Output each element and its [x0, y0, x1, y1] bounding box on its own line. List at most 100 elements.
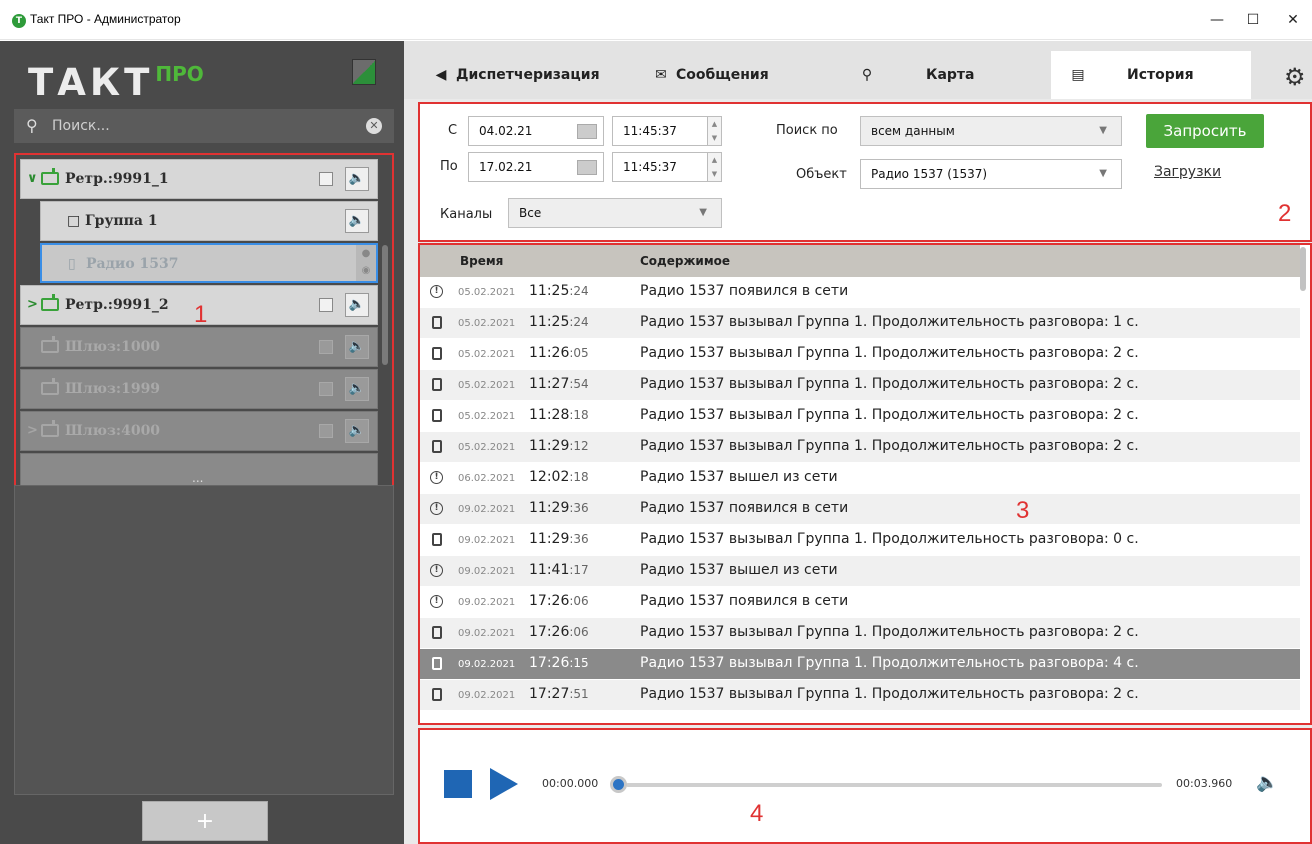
tree-scrollbar[interactable] — [382, 245, 388, 365]
splitter-handle[interactable]: ... — [192, 471, 203, 485]
table-row[interactable]: ! 05.02.2021 11:25:24 Радио 1537 появился в… — [420, 277, 1300, 308]
row-time-hm: 17:26 — [529, 655, 570, 671]
tree-node-gateway-1999[interactable]: Шлюз:1999 🔈 — [20, 369, 378, 409]
table-row[interactable]: 05.02.2021 11:27:54 Радио 1537 вызывал Гру… — [420, 370, 1300, 401]
node-checkbox[interactable] — [319, 382, 333, 396]
play-button[interactable] — [490, 768, 518, 800]
tab-label: Сообщения — [676, 67, 769, 83]
to-time-input[interactable]: 11:45:37 ▲ ▼ — [612, 152, 722, 182]
speaker-button[interactable]: 🔈 — [345, 377, 369, 401]
row-time: 11:25:24 — [529, 314, 589, 330]
row-time: 11:29:36 — [529, 500, 589, 516]
chevron-down-icon[interactable]: ∨ — [27, 171, 38, 186]
row-time-sec: :17 — [569, 563, 589, 577]
search-bar: ⚲ ✕ — [14, 109, 394, 143]
search-input[interactable] — [52, 117, 352, 135]
table-row[interactable]: ! 09.02.2021 11:41:17 Радио 1537 вышел из с… — [420, 556, 1300, 587]
search-by-select[interactable]: всем данным ▼ — [860, 116, 1122, 146]
table-row[interactable]: 05.02.2021 11:28:18 Радио 1537 вызывал Гру… — [420, 401, 1300, 432]
chevron-down-icon: ▼ — [1099, 168, 1107, 179]
seek-track[interactable] — [626, 783, 1162, 787]
table-row[interactable]: ! 06.02.2021 12:02:18 Радио 1537 вышел из с… — [420, 463, 1300, 494]
table-row[interactable]: ! 09.02.2021 17:26:06 Радио 1537 появился в… — [420, 587, 1300, 618]
table-row[interactable]: 09.02.2021 17:27:51 Радио 1537 вызывал Гру… — [420, 680, 1300, 711]
tab-dispatch[interactable]: ◀ Диспетчеризация — [432, 51, 600, 99]
tree-node-label: Радио 1537 — [86, 256, 179, 272]
table-row[interactable]: ! 09.02.2021 11:29:36 Радио 1537 появился в… — [420, 494, 1300, 525]
row-date: 05.02.2021 — [458, 318, 516, 329]
clear-search-icon[interactable]: ✕ — [366, 118, 382, 134]
row-time-hm: 11:27 — [529, 376, 570, 392]
layout-toggle-icon[interactable] — [352, 59, 376, 85]
row-time-sec: :18 — [569, 470, 589, 484]
add-button[interactable]: + — [142, 801, 268, 841]
maximize-button[interactable]: ☐ — [1238, 6, 1268, 34]
minimize-button[interactable]: — — [1202, 6, 1232, 34]
tree-node-retr-9991-1[interactable]: ∨ Ретр.:9991_1 🔈 — [20, 159, 378, 199]
annotation-4: 4 — [750, 800, 764, 827]
from-time-input[interactable]: 11:45:37 ▲ ▼ — [612, 116, 722, 146]
time-spinner[interactable]: ▲ ▼ — [707, 117, 721, 145]
speaker-button[interactable]: 🔈 — [345, 419, 369, 443]
gear-icon[interactable]: ⚙ — [1284, 63, 1306, 91]
seek-handle[interactable] — [610, 776, 627, 793]
to-date-input[interactable]: 17.02.21 — [468, 152, 604, 182]
table-row[interactable]: 05.02.2021 11:25:24 Радио 1537 вызывал Гру… — [420, 308, 1300, 339]
tree-node-gateway-1000[interactable]: Шлюз:1000 🔈 — [20, 327, 378, 367]
volume-icon[interactable]: 🔈 — [1256, 772, 1278, 793]
table-row[interactable]: 09.02.2021 17:26:15 Радио 1537 вызывал Гру… — [420, 649, 1300, 680]
chevron-down-icon: ▼ — [1099, 125, 1107, 136]
downloads-link[interactable]: Загрузки — [1154, 164, 1221, 180]
tree-node-radio-1537[interactable]: ▯ Радио 1537 ● ◉ — [40, 243, 378, 283]
row-content: Радио 1537 появился в сети — [640, 593, 849, 609]
node-checkbox[interactable] — [319, 340, 333, 354]
row-time-sec: :05 — [569, 346, 589, 360]
chevron-right-icon[interactable]: > — [27, 297, 38, 312]
tab-history[interactable]: ▤ История — [1051, 51, 1251, 99]
speaker-button[interactable]: 🔈 — [345, 335, 369, 359]
row-content: Радио 1537 вызывал Группа 1. Продолжител… — [640, 407, 1139, 423]
repeater-icon — [41, 168, 59, 185]
row-time-sec: :24 — [569, 284, 589, 298]
object-combobox[interactable]: Радио 1537 (1537) ▼ — [860, 159, 1122, 189]
table-row[interactable]: 09.02.2021 17:26:06 Радио 1537 вызывал Гру… — [420, 618, 1300, 649]
channels-select[interactable]: Все ▼ — [508, 198, 722, 228]
stop-button[interactable] — [444, 770, 472, 798]
node-checkbox[interactable] — [319, 424, 333, 438]
row-time-hm: 11:25 — [529, 314, 570, 330]
time-spinner[interactable]: ▲ ▼ — [707, 153, 721, 181]
tree-node-group-1[interactable]: □ Группа 1 🔈 — [40, 201, 378, 241]
column-content[interactable]: Содержимое — [640, 254, 730, 268]
column-time[interactable]: Время — [460, 254, 503, 268]
table-row[interactable]: 05.02.2021 11:29:12 Радио 1537 вызывал Гру… — [420, 432, 1300, 463]
speaker-button[interactable]: 🔈 — [345, 209, 369, 233]
row-time-hm: 12:02 — [529, 469, 570, 485]
tree-node-gateway-4000[interactable]: > Шлюз:4000 🔈 — [20, 411, 378, 451]
node-checkbox[interactable] — [319, 172, 333, 186]
calendar-icon[interactable] — [577, 124, 597, 139]
speaker-button[interactable]: 🔈 — [345, 293, 369, 317]
row-time: 12:02:18 — [529, 469, 589, 485]
brand-logo: ТАКТ ПРО — [28, 61, 204, 104]
table-row[interactable]: 05.02.2021 11:26:05 Радио 1537 вызывал Гру… — [420, 339, 1300, 370]
row-content: Радио 1537 вызывал Группа 1. Продолжител… — [640, 345, 1139, 361]
calendar-icon[interactable] — [577, 160, 597, 175]
current-time: 00:00.000 — [542, 777, 599, 790]
tab-map[interactable]: ⚲ Карта — [858, 51, 975, 99]
node-checkbox[interactable] — [319, 298, 333, 312]
table-row[interactable]: 09.02.2021 11:29:36 Радио 1537 вызывал Гру… — [420, 525, 1300, 556]
row-time: 11:28:18 — [529, 407, 589, 423]
to-time-value: 11:45:37 — [623, 160, 677, 174]
row-time: 17:26:06 — [529, 624, 589, 640]
request-button[interactable]: Запросить — [1146, 114, 1264, 148]
chevron-right-icon[interactable]: > — [27, 423, 38, 438]
log-scrollbar[interactable] — [1300, 247, 1306, 291]
row-time-hm: 17:26 — [529, 593, 570, 609]
speaker-button[interactable]: 🔈 — [345, 167, 369, 191]
row-content: Радио 1537 вызывал Группа 1. Продолжител… — [640, 376, 1139, 392]
location-eye-icon[interactable]: ● ◉ — [356, 245, 376, 281]
close-button[interactable]: ✕ — [1278, 6, 1308, 34]
search-icon: ⚲ — [26, 116, 38, 135]
tab-messages[interactable]: ✉ Сообщения — [652, 51, 769, 99]
from-date-input[interactable]: 04.02.21 — [468, 116, 604, 146]
